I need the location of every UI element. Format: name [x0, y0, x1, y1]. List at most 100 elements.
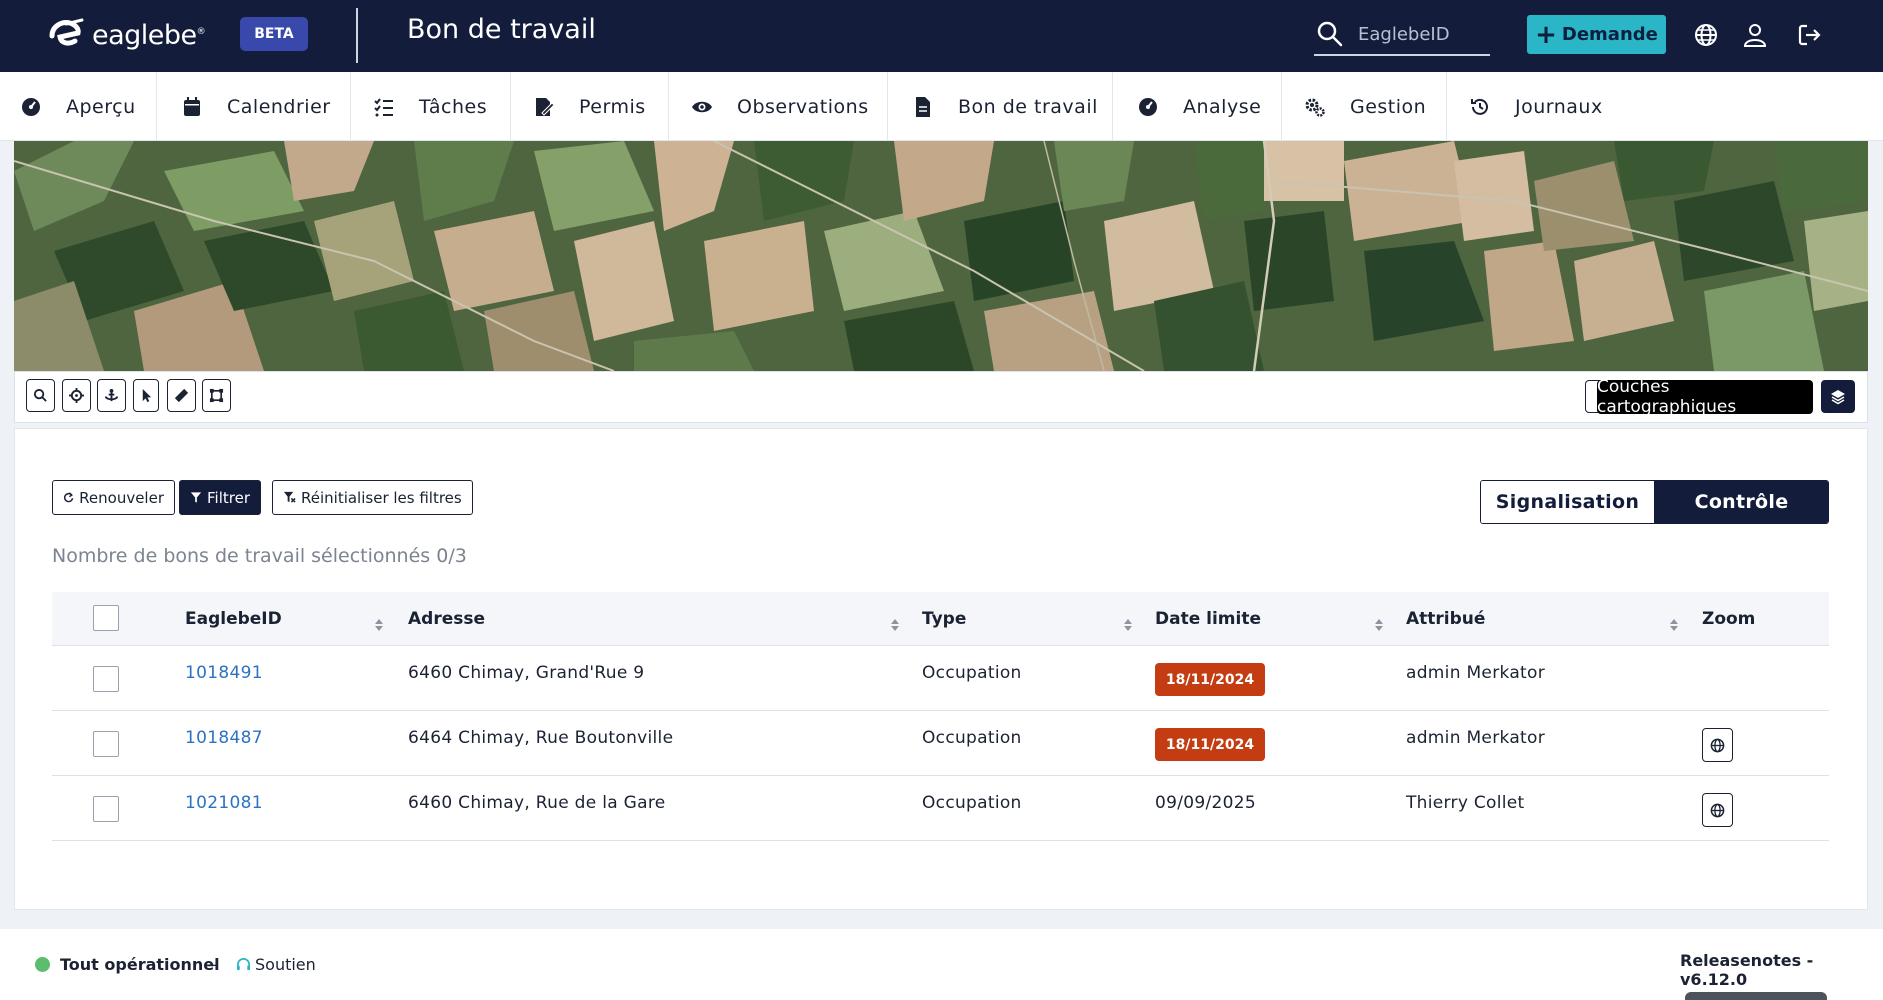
table-header: EaglebeID Adresse Type Date limite Attri…	[52, 592, 1829, 646]
headset-icon	[236, 958, 251, 971]
col-eaglebeid[interactable]: EaglebeID	[185, 592, 282, 646]
row-address: 6460 Chimay, Grand'Rue 9	[408, 663, 645, 683]
filter-icon	[190, 492, 202, 503]
calendar-icon	[184, 96, 200, 116]
history-icon	[1471, 98, 1488, 115]
sort-icon[interactable]	[1123, 618, 1133, 632]
select-all-checkbox[interactable]	[93, 605, 119, 631]
row-assigned: admin Merkator	[1406, 728, 1546, 748]
map-measure-tool[interactable]	[167, 379, 196, 412]
tasks-icon	[374, 97, 393, 116]
col-adresse[interactable]: Adresse	[408, 592, 485, 646]
page-title: Bon de travail	[407, 14, 596, 45]
row-assigned: Thierry Collet	[1406, 793, 1525, 813]
nav-item-bon-de-travail[interactable]: Bon de travail	[888, 72, 1113, 141]
nav-label: Permis	[579, 95, 646, 118]
row-type: Occupation	[922, 793, 1022, 813]
map-draw-tool[interactable]	[202, 379, 231, 412]
col-type[interactable]: Type	[922, 592, 966, 646]
table-row: 1018487 6464 Chimay, Rue Boutonville Occ…	[52, 711, 1829, 776]
logo[interactable]: eaglebe®	[48, 18, 206, 52]
map-view[interactable]	[14, 141, 1868, 371]
row-type: Occupation	[922, 728, 1022, 748]
selection-count: Nombre de bons de travail sélectionnés 0…	[52, 545, 467, 567]
nav-item-taches[interactable]: Tâches	[351, 72, 511, 141]
sort-icon[interactable]	[374, 618, 384, 632]
map-layers-button[interactable]	[1821, 380, 1855, 413]
sort-icon[interactable]	[890, 618, 900, 632]
toggle-controle[interactable]: Contrôle	[1655, 481, 1828, 523]
nav-item-apercu[interactable]: Aperçu	[0, 72, 157, 141]
nav-item-journaux[interactable]: Journaux	[1447, 72, 1627, 141]
row-checkbox[interactable]	[93, 731, 119, 757]
cogs-icon	[1305, 98, 1325, 117]
row-checkbox[interactable]	[93, 666, 119, 692]
footer-separator: -	[212, 955, 218, 974]
refresh-icon	[63, 492, 74, 503]
filter-button[interactable]: Filtrer	[179, 480, 261, 515]
globe-icon[interactable]	[1693, 22, 1719, 48]
crosshair-icon	[69, 388, 84, 403]
map-anchor-tool[interactable]	[97, 379, 126, 412]
row-eaglebeid-link[interactable]: 1018491	[185, 646, 263, 700]
logout-icon[interactable]	[1797, 22, 1823, 48]
row-address: 6464 Chimay, Rue Boutonville	[408, 728, 674, 748]
floating-widget-tab[interactable]	[1685, 992, 1827, 1000]
support-label: Soutien	[255, 955, 316, 974]
ruler-icon	[174, 388, 189, 403]
map-select-tool[interactable]	[133, 379, 159, 412]
anchor-icon	[104, 388, 119, 402]
nav-item-analyse[interactable]: Analyse	[1113, 72, 1282, 141]
col-attribue[interactable]: Attribué	[1406, 592, 1485, 646]
search-box	[1314, 14, 1490, 56]
search-icon	[33, 388, 47, 402]
row-address: 6460 Chimay, Rue de la Gare	[408, 793, 666, 813]
dashboard-icon	[22, 97, 40, 116]
renew-button[interactable]: Renouveler	[52, 480, 175, 515]
support-link[interactable]: Soutien	[236, 955, 316, 974]
permit-icon	[536, 97, 555, 116]
system-status[interactable]: Tout opérationnel	[60, 955, 220, 974]
status-ok-icon	[35, 957, 50, 972]
release-notes-link[interactable]: Releasenotes - v6.12.0	[1680, 951, 1883, 989]
search-icon[interactable]	[1316, 20, 1344, 48]
row-eaglebeid-link[interactable]: 1018487	[185, 711, 263, 765]
brand-name: eaglebe	[92, 19, 197, 51]
nav-item-permis[interactable]: Permis	[511, 72, 669, 141]
toggle-signalisation[interactable]: Signalisation	[1481, 481, 1655, 523]
zoom-to-map-button[interactable]	[1702, 793, 1733, 827]
brand-mark: ®	[196, 26, 206, 37]
map-search-tool[interactable]	[26, 379, 55, 412]
analysis-icon	[1139, 97, 1157, 116]
polygon-icon	[209, 388, 224, 403]
map-locate-tool[interactable]	[62, 379, 91, 412]
row-eaglebeid-link[interactable]: 1021081	[185, 776, 263, 830]
user-icon[interactable]	[1742, 22, 1768, 48]
renew-label: Renouveler	[79, 488, 164, 507]
nav-item-observations[interactable]: Observations	[669, 72, 888, 141]
sort-icon[interactable]	[1669, 618, 1679, 632]
eye-icon	[692, 101, 712, 112]
reset-filters-label: Réinitialiser les filtres	[301, 488, 462, 507]
search-input[interactable]	[1358, 23, 1478, 45]
nav-label: Calendrier	[227, 95, 331, 118]
zoom-to-map-button[interactable]	[1702, 728, 1733, 762]
nav-label: Observations	[737, 95, 869, 118]
globe-icon	[1710, 803, 1725, 817]
nav-label: Journaux	[1515, 95, 1603, 118]
sort-icon[interactable]	[1374, 618, 1384, 632]
beta-badge: BETA	[240, 17, 308, 51]
table-row: 1021081 6460 Chimay, Rue de la Gare Occu…	[52, 776, 1829, 841]
nav-item-calendrier[interactable]: Calendrier	[157, 72, 351, 141]
demande-button[interactable]: + Demande	[1527, 15, 1666, 54]
col-date-limite[interactable]: Date limite	[1155, 592, 1261, 646]
layers-tooltip: Couches cartographiques	[1597, 377, 1813, 417]
nav-label: Bon de travail	[958, 95, 1098, 118]
row-checkbox[interactable]	[93, 796, 119, 822]
reset-filters-button[interactable]: Réinitialiser les filtres	[272, 480, 473, 515]
work-orders-table: EaglebeID Adresse Type Date limite Attri…	[52, 592, 1829, 841]
document-icon	[916, 96, 930, 117]
top-bar: eaglebe® BETA Bon de travail + Demande	[0, 0, 1883, 72]
nav-item-gestion[interactable]: Gestion	[1282, 72, 1447, 141]
col-zoom: Zoom	[1702, 609, 1756, 629]
